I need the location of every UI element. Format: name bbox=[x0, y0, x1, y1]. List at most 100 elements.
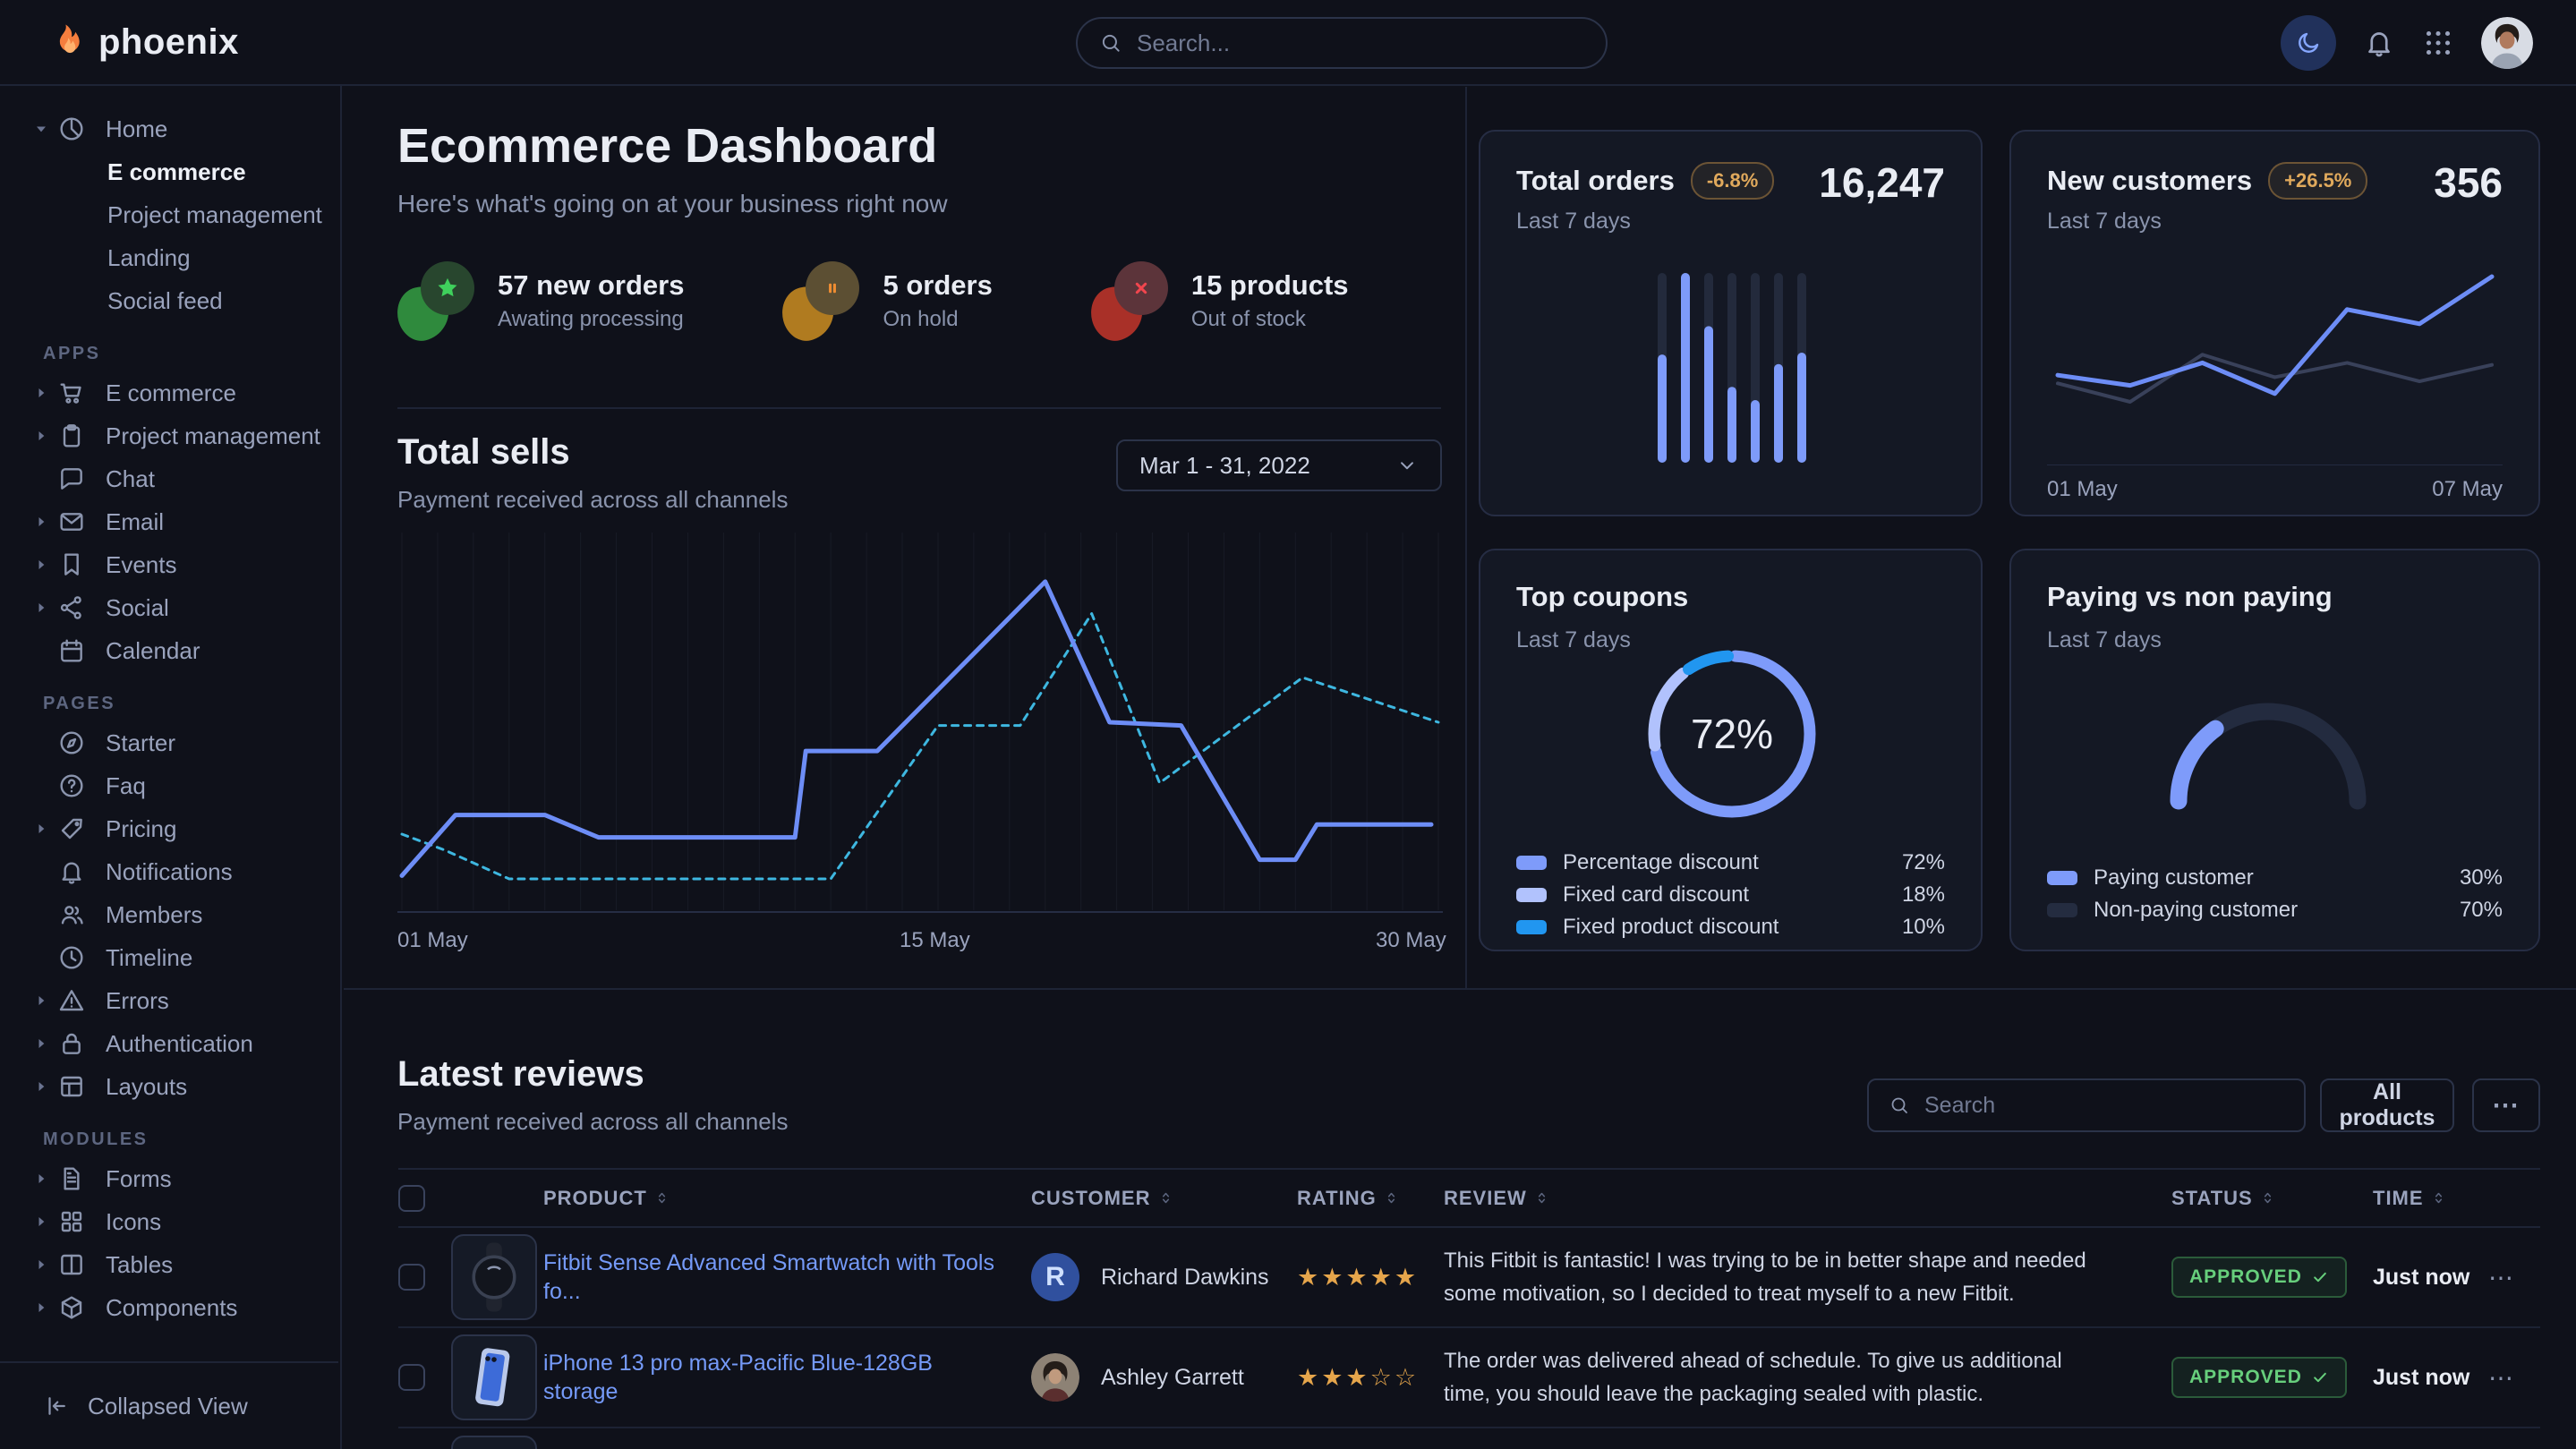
sidebar-item-ecommerce-dashboard[interactable]: E commerce bbox=[0, 150, 340, 193]
sidebar-item-chat[interactable]: Chat bbox=[0, 457, 340, 500]
total-sells-subtitle: Payment received across all channels bbox=[397, 486, 788, 514]
all-products-button[interactable]: All products bbox=[2320, 1078, 2454, 1132]
sidebar-item-social[interactable]: Social bbox=[0, 586, 340, 629]
help-circle-icon bbox=[57, 771, 86, 800]
page-subtitle: Here's what's going on at your business … bbox=[397, 190, 948, 218]
sidebar-item-pricing[interactable]: Pricing bbox=[0, 807, 340, 850]
sidebar-item-calendar[interactable]: Calendar bbox=[0, 629, 340, 672]
top-navbar: phoenix bbox=[0, 0, 2576, 86]
customers-line-chart bbox=[2049, 253, 2501, 450]
chevron-right-icon bbox=[32, 1256, 50, 1274]
customer-avatar[interactable] bbox=[1031, 1353, 1079, 1402]
collapsed-view-toggle[interactable]: Collapsed View bbox=[0, 1361, 338, 1449]
global-search-input[interactable] bbox=[1135, 29, 1559, 58]
card-period: Last 7 days bbox=[2047, 209, 2162, 234]
sidebar-item-components[interactable]: Components bbox=[0, 1286, 340, 1329]
sidebar-item-home[interactable]: Home bbox=[0, 107, 340, 150]
sidebar-item-social-feed[interactable]: Social feed bbox=[0, 279, 340, 322]
date-range-select[interactable]: Mar 1 - 31, 2022 bbox=[1116, 439, 1442, 491]
apps-grid-icon[interactable] bbox=[2422, 27, 2454, 59]
chevron-right-icon bbox=[32, 1170, 50, 1188]
legend-swatch bbox=[2047, 871, 2077, 885]
stat-value: 57 new orders bbox=[498, 269, 684, 302]
sidebar-item-notifications[interactable]: Notifications bbox=[0, 850, 340, 893]
sidebar-item-tables[interactable]: Tables bbox=[0, 1243, 340, 1286]
row-checkbox[interactable] bbox=[398, 1264, 425, 1291]
chevron-right-icon bbox=[32, 992, 50, 1010]
card-period: Last 7 days bbox=[1516, 209, 1631, 234]
vertical-divider bbox=[1465, 87, 1467, 988]
stat-new-orders: 57 new ordersAwating processing bbox=[397, 261, 684, 340]
review-time: Just now bbox=[2373, 1365, 2488, 1391]
brand-logo[interactable]: phoenix bbox=[45, 21, 239, 63]
grid-icon bbox=[57, 1207, 86, 1236]
stat-value: 5 orders bbox=[883, 269, 992, 302]
column-header-review[interactable]: REVIEW bbox=[1444, 1187, 2171, 1210]
sidebar-item-icons[interactable]: Icons bbox=[0, 1200, 340, 1243]
card-period: Last 7 days bbox=[1516, 627, 1631, 653]
sidebar-item-authentication[interactable]: Authentication bbox=[0, 1022, 340, 1065]
column-header-product[interactable]: PRODUCT bbox=[543, 1187, 1031, 1210]
legend-value: 10% bbox=[1902, 915, 1945, 940]
change-badge: -6.8% bbox=[1691, 162, 1774, 200]
clock-icon bbox=[57, 943, 86, 972]
sidebar-item-members[interactable]: Members bbox=[0, 893, 340, 936]
column-header-rating[interactable]: RATING bbox=[1297, 1187, 1444, 1210]
search-icon bbox=[1099, 31, 1122, 55]
row-checkbox[interactable] bbox=[398, 1364, 425, 1391]
column-header-customer[interactable]: CUSTOMER bbox=[1031, 1187, 1297, 1210]
card-value: 16,247 bbox=[1819, 158, 1945, 207]
legend-label: Fixed product discount bbox=[1563, 915, 1778, 940]
reviews-search[interactable] bbox=[1867, 1078, 2306, 1132]
x-axis-label: 30 May bbox=[1376, 928, 1446, 953]
chevron-down-icon bbox=[32, 120, 50, 138]
row-actions-button[interactable]: ⋯ bbox=[2488, 1363, 2540, 1393]
sidebar-item-errors[interactable]: Errors bbox=[0, 979, 340, 1022]
legend-label: Paying customer bbox=[2094, 865, 2254, 891]
warning-triangle-icon bbox=[57, 986, 86, 1015]
sidebar-item-timeline[interactable]: Timeline bbox=[0, 936, 340, 979]
sidebar-item-project-management-dashboard[interactable]: Project management bbox=[0, 193, 340, 236]
card-value: 356 bbox=[2434, 158, 2503, 207]
sidebar-item-events[interactable]: Events bbox=[0, 543, 340, 586]
sidebar-item-forms[interactable]: Forms bbox=[0, 1157, 340, 1200]
row-actions-button[interactable]: ⋯ bbox=[2488, 1263, 2540, 1292]
sidebar-item-landing[interactable]: Landing bbox=[0, 236, 340, 279]
product-thumbnail[interactable] bbox=[451, 1234, 537, 1320]
sidebar-item-ecommerce[interactable]: E commerce bbox=[0, 371, 340, 414]
legend-swatch bbox=[2047, 903, 2077, 917]
legend-swatch bbox=[1516, 856, 1547, 870]
select-all-checkbox[interactable] bbox=[398, 1185, 425, 1212]
legend-value: 30% bbox=[2460, 865, 2503, 891]
legend-label: Percentage discount bbox=[1563, 850, 1759, 875]
sort-icon bbox=[1534, 1190, 1549, 1206]
theme-toggle-button[interactable] bbox=[2281, 15, 2336, 71]
total-sells-title: Total sells bbox=[397, 432, 570, 473]
navbar-actions bbox=[2281, 0, 2533, 86]
notifications-bell-icon[interactable] bbox=[2363, 27, 2395, 59]
sidebar-item-starter[interactable]: Starter bbox=[0, 721, 340, 764]
product-thumbnail[interactable] bbox=[451, 1436, 537, 1449]
chevron-right-icon bbox=[32, 1213, 50, 1231]
sidebar-item-project-management[interactable]: Project management bbox=[0, 414, 340, 457]
product-link[interactable]: Fitbit Sense Advanced Smartwatch with To… bbox=[543, 1250, 994, 1305]
customer-avatar[interactable]: R bbox=[1031, 1253, 1079, 1301]
reviews-search-input[interactable] bbox=[1923, 1092, 2266, 1120]
user-avatar[interactable] bbox=[2481, 17, 2533, 69]
sidebar-item-faq[interactable]: Faq bbox=[0, 764, 340, 807]
product-link[interactable]: iPhone 13 pro max-Pacific Blue-128GB sto… bbox=[543, 1351, 933, 1405]
users-icon bbox=[57, 900, 86, 929]
status-badge: APPROVED bbox=[2171, 1357, 2347, 1398]
sidebar-item-email[interactable]: Email bbox=[0, 500, 340, 543]
column-header-time[interactable]: TIME bbox=[2373, 1187, 2488, 1210]
global-search[interactable] bbox=[1076, 17, 1608, 69]
legend-value: 70% bbox=[2460, 898, 2503, 923]
legend-row: Percentage discount 72% bbox=[1516, 850, 1945, 875]
column-header-status[interactable]: STATUS bbox=[2171, 1187, 2373, 1210]
card-title: Paying vs non paying bbox=[2047, 581, 2333, 613]
product-thumbnail[interactable] bbox=[451, 1334, 537, 1420]
sidebar-item-layouts[interactable]: Layouts bbox=[0, 1065, 340, 1108]
legend-value: 72% bbox=[1902, 850, 1945, 875]
latest-reviews-title: Latest reviews bbox=[397, 1054, 644, 1095]
more-options-button[interactable]: ⋯ bbox=[2472, 1078, 2540, 1132]
